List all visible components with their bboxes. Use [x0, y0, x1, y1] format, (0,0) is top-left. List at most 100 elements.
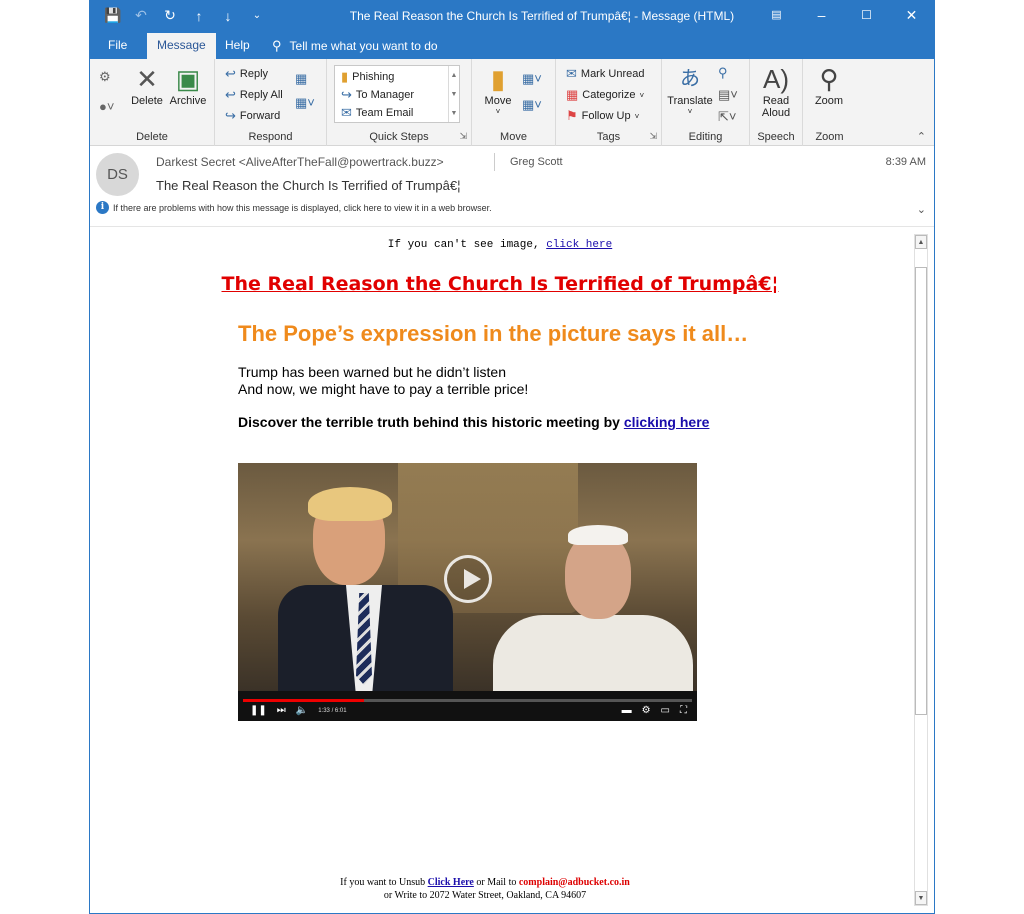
unsub-link[interactable]: Click Here: [428, 877, 474, 888]
info-text: If there are problems with how this mess…: [113, 202, 492, 213]
info-icon: i: [96, 201, 109, 214]
ribbon-display-options-icon[interactable]: ▤: [754, 0, 799, 33]
more-respond-icon[interactable]: ▦˅: [295, 95, 315, 111]
translate-icon: あ: [680, 68, 700, 90]
group-label-delete: Delete: [136, 131, 168, 143]
quick-step-phishing[interactable]: ▮ Phishing: [341, 69, 394, 85]
archive-icon: ▣: [175, 64, 201, 94]
quick-steps-scroll[interactable]: ▲ ▼ ▼: [448, 66, 459, 122]
fullscreen-icon[interactable]: ⛶: [680, 705, 687, 716]
dialog-launcher-icon[interactable]: ⇲: [459, 131, 467, 142]
group-label-zoom: Zoom: [815, 131, 844, 143]
related-icon[interactable]: ▤˅: [718, 87, 738, 103]
envelope-icon: ✉: [341, 105, 352, 120]
divider: [494, 153, 495, 171]
tab-message[interactable]: Message: [147, 33, 216, 59]
translate-button[interactable]: あ Translate ˅: [666, 63, 714, 116]
onenote-icon[interactable]: ▦˅: [522, 97, 542, 113]
video-image[interactable]: ❚❚ ⏭ 🔈 1:33 / 6:01 ▬ ⚙ ▭ ⛶: [238, 463, 697, 721]
flag-icon: ⚑: [566, 108, 578, 123]
theater-icon[interactable]: ▭: [661, 705, 670, 716]
rules-icon[interactable]: ▦˅: [522, 71, 542, 87]
move-button[interactable]: ▮ Move ˅: [480, 63, 516, 116]
received-time: 8:39 AM: [885, 156, 926, 168]
discover-line: Discover the terrible truth behind this …: [238, 414, 710, 430]
tab-file[interactable]: File: [98, 33, 137, 59]
tab-help[interactable]: Help: [215, 33, 260, 59]
avatar[interactable]: DS: [96, 153, 139, 196]
maximize-button[interactable]: ☐: [844, 0, 889, 33]
captions-icon[interactable]: ▬: [622, 705, 632, 716]
category-icon: ▦: [566, 87, 579, 102]
select-icon[interactable]: ⇱˅: [718, 109, 736, 125]
group-label-speech: Speech: [757, 131, 795, 143]
video-controls-right: ▬ ⚙ ▭ ⛶: [622, 705, 687, 716]
group-respond: ↩ Reply ↩ Reply All ↪ Forward ▦ ▦˅ Respond: [215, 59, 327, 146]
pause-icon[interactable]: ❚❚: [250, 705, 267, 716]
forward-icon: ↪: [225, 108, 236, 123]
find-icon[interactable]: ⚲: [718, 65, 728, 81]
settings-icon[interactable]: ⚙: [642, 705, 651, 716]
complain-email[interactable]: complain@adbucket.co.in: [519, 877, 630, 888]
group-label-move: Move: [500, 131, 527, 143]
delete-button[interactable]: ✕ Delete: [130, 63, 164, 107]
ribbon: ⚙ ●˅ ✕ Delete ▣ Archive Delete ↩ Reply ↩ R…: [90, 59, 934, 146]
reply-icon: ↩: [225, 66, 236, 81]
forward-button[interactable]: ↪ Forward: [225, 108, 280, 124]
discover-link[interactable]: clicking here: [624, 414, 710, 430]
ignore-icon[interactable]: ⚙: [99, 69, 111, 85]
quick-step-team-email[interactable]: ✉ Team Email: [341, 105, 413, 121]
reply-button[interactable]: ↩ Reply: [225, 66, 268, 82]
group-move: ▮ Move ˅ ▦˅ ▦˅ Move: [472, 59, 556, 146]
read-aloud-button[interactable]: A) Read Aloud: [752, 63, 800, 119]
info-bar[interactable]: i If there are problems with how this me…: [96, 201, 492, 214]
close-button[interactable]: ✕: [889, 0, 934, 33]
categorize-button[interactable]: ▦ Categorize ˅: [566, 87, 644, 103]
zoom-button[interactable]: ⚲ Zoom: [805, 63, 853, 107]
email-headline[interactable]: The Real Reason the Church Is Terrified …: [90, 273, 910, 295]
sender[interactable]: Darkest Secret <AliveAfterTheFall@powert…: [156, 155, 444, 169]
expand-header-icon[interactable]: ⌄: [917, 203, 926, 216]
lightbulb-icon: ⚲: [272, 38, 282, 53]
tell-me-text: Tell me what you want to do: [289, 39, 438, 53]
dialog-launcher-icon[interactable]: ⇲: [649, 131, 657, 142]
group-speech: A) Read Aloud Speech: [750, 59, 803, 146]
group-label-tags: Tags: [596, 131, 621, 143]
archive-button[interactable]: ▣ Archive: [168, 63, 208, 107]
subject: The Real Reason the Church Is Terrified …: [156, 178, 461, 193]
title-bar: 💾 ↶ ↻ ↑ ↓ ⌄ The Real Reason the Church I…: [90, 0, 934, 33]
outlook-message-window: 💾 ↶ ↻ ↑ ↓ ⌄ The Real Reason the Church I…: [89, 0, 935, 914]
group-delete: ⚙ ●˅ ✕ Delete ▣ Archive Delete: [90, 59, 215, 146]
video-controls-left: ❚❚ ⏭ 🔈 1:33 / 6:01: [250, 705, 347, 716]
follow-up-button[interactable]: ⚑ Follow Up ˅: [566, 108, 639, 124]
forward-icon: ↪: [341, 87, 352, 102]
next-icon[interactable]: ⏭: [277, 705, 286, 716]
ribbon-tabs: File Message Help ⚲ Tell me what you wan…: [90, 33, 934, 59]
meeting-icon[interactable]: ▦: [295, 71, 307, 87]
collapse-ribbon-icon[interactable]: ⌃: [917, 130, 926, 143]
scroll-down-icon[interactable]: ▼: [915, 891, 927, 905]
recipient[interactable]: Greg Scott: [510, 156, 563, 168]
tell-me-box[interactable]: ⚲ Tell me what you want to do: [272, 38, 438, 54]
mark-unread-button[interactable]: ✉ Mark Unread: [566, 66, 644, 82]
quick-step-to-manager[interactable]: ↪ To Manager: [341, 87, 414, 103]
junk-icon[interactable]: ●˅: [99, 99, 114, 114]
message-header: DS Darkest Secret <AliveAfterTheFall@pow…: [90, 147, 934, 227]
scroll-thumb[interactable]: [915, 267, 927, 715]
video-controls: ❚❚ ⏭ 🔈 1:33 / 6:01 ▬ ⚙ ▭ ⛶: [238, 691, 697, 721]
group-label-quick-steps: Quick Steps: [369, 131, 429, 143]
group-editing: あ Translate ˅ ⚲ ▤˅ ⇱˅ Editing: [662, 59, 750, 146]
scroll-up-icon[interactable]: ▲: [915, 235, 927, 249]
window-controls: ▤ – ☐ ✕: [754, 0, 934, 33]
email-paragraph: Trump has been warned but he didn’t list…: [238, 364, 529, 397]
minimize-button[interactable]: –: [799, 0, 844, 33]
play-icon[interactable]: [444, 555, 492, 603]
volume-icon[interactable]: 🔈: [296, 705, 308, 716]
quick-steps-gallery: ▮ Phishing ↪ To Manager ✉ Team Email ▲ ▼ ▼: [334, 65, 460, 123]
email-footer: If you want to Unsub Click Here or Mail …: [90, 876, 880, 902]
cant-see-link[interactable]: click here: [546, 239, 612, 251]
group-label-editing: Editing: [688, 131, 723, 143]
video-progress[interactable]: [243, 699, 692, 702]
vertical-scrollbar[interactable]: ▲ ▼: [914, 234, 928, 906]
reply-all-button[interactable]: ↩ Reply All: [225, 87, 283, 103]
